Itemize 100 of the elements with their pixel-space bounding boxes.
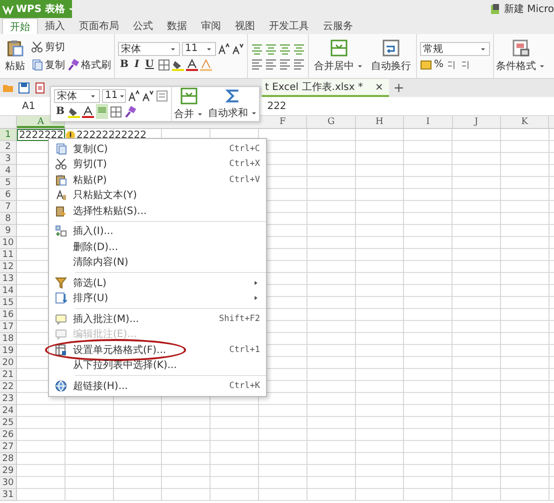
menu-item[interactable]: 剪切(T) Ctrl+X bbox=[49, 156, 266, 172]
italic-button[interactable]: I bbox=[132, 59, 142, 70]
row-header[interactable]: 12 bbox=[0, 261, 16, 273]
menu-item[interactable]: 从下拉列表中选择(K)... bbox=[49, 358, 266, 373]
fill-color-icon[interactable] bbox=[68, 106, 80, 118]
row-header[interactable]: 1 bbox=[0, 129, 16, 141]
brush-icon[interactable] bbox=[124, 106, 136, 118]
row-header[interactable]: 13 bbox=[0, 273, 16, 285]
row-header[interactable]: 14 bbox=[0, 285, 16, 297]
align-icon[interactable] bbox=[251, 42, 263, 54]
menu-item[interactable]: 选择性粘贴(S)... bbox=[49, 203, 266, 218]
row-header[interactable]: 22 bbox=[0, 381, 16, 393]
row-header[interactable]: 28 bbox=[0, 453, 16, 465]
row-header[interactable]: 30 bbox=[0, 477, 16, 489]
percent-button[interactable]: % bbox=[434, 59, 444, 70]
ribbon-tab[interactable]: 审阅 bbox=[194, 18, 228, 34]
column-header[interactable]: J bbox=[474, 116, 478, 128]
align-icon[interactable] bbox=[265, 58, 277, 70]
row-header[interactable]: 3 bbox=[0, 153, 16, 165]
row-header[interactable]: 16 bbox=[0, 309, 16, 321]
shrink-font-icon[interactable] bbox=[232, 42, 244, 54]
row-header[interactable]: 11 bbox=[0, 249, 16, 261]
column-header[interactable]: F bbox=[280, 116, 286, 128]
row-header[interactable]: 10 bbox=[0, 237, 16, 249]
menu-item[interactable]: 删除(D)... bbox=[49, 239, 266, 254]
row-header[interactable]: 27 bbox=[0, 441, 16, 453]
formula-value[interactable]: 222 bbox=[267, 100, 286, 112]
font-color-icon[interactable] bbox=[186, 58, 198, 70]
copy-button[interactable]: 复制 bbox=[31, 58, 65, 72]
row-header[interactable]: 9 bbox=[0, 225, 16, 237]
bold-button[interactable]: B bbox=[118, 59, 130, 70]
row-header[interactable]: 21 bbox=[0, 369, 16, 381]
close-tab-button[interactable]: × bbox=[374, 82, 384, 92]
ribbon-tab[interactable]: 插入 bbox=[38, 18, 72, 34]
border-icon[interactable] bbox=[110, 106, 122, 118]
app-menu-button[interactable]: WPS 表格 bbox=[0, 0, 72, 18]
ribbon-tab[interactable]: 云服务 bbox=[316, 18, 360, 34]
menu-item[interactable]: 清除内容(N) bbox=[49, 254, 266, 270]
menu-item[interactable]: 筛选(L) bbox=[49, 275, 266, 290]
align-icon[interactable] bbox=[279, 42, 291, 54]
cell-reference[interactable]: A1 bbox=[22, 100, 36, 112]
grow-font-icon[interactable] bbox=[128, 90, 140, 102]
ribbon-tab[interactable]: 数据 bbox=[160, 18, 194, 34]
menu-item[interactable]: 设置单元格格式(F)... Ctrl+1 bbox=[49, 342, 266, 358]
align-icon[interactable] bbox=[293, 58, 305, 70]
menu-item[interactable]: 排序(U) bbox=[49, 290, 266, 306]
font-size-select[interactable]: 11 bbox=[182, 42, 216, 56]
menu-item[interactable]: 粘贴(P) Ctrl+V bbox=[49, 172, 266, 188]
row-header[interactable]: 26 bbox=[0, 429, 16, 441]
fill-color-icon[interactable] bbox=[172, 58, 184, 70]
cut-button[interactable]: 剪切 bbox=[31, 40, 65, 54]
row-header[interactable]: 5 bbox=[0, 177, 16, 189]
format-painter-button[interactable]: 格式刷 bbox=[67, 58, 111, 72]
row-header[interactable]: 2 bbox=[0, 141, 16, 153]
font-select[interactable]: 宋体 bbox=[54, 88, 100, 103]
row-header[interactable]: 25 bbox=[0, 417, 16, 429]
row-header[interactable]: 7 bbox=[0, 201, 16, 213]
font-color-icon[interactable] bbox=[82, 106, 94, 118]
document-tab[interactable]: t Excel 工作表.xlsx * × bbox=[262, 79, 390, 97]
row-header[interactable]: 17 bbox=[0, 321, 16, 333]
conditional-format-button[interactable]: 条件格式 bbox=[494, 34, 548, 78]
ribbon-tab[interactable]: 页面布局 bbox=[72, 18, 126, 34]
shrink-font-icon[interactable] bbox=[142, 90, 154, 102]
menu-item[interactable]: 插入批注(M)... Shift+F2 bbox=[49, 311, 266, 326]
font-size-select[interactable]: 11 bbox=[102, 88, 126, 103]
grow-font-icon[interactable] bbox=[218, 42, 230, 54]
menu-item[interactable]: 复制(C) Ctrl+C bbox=[49, 141, 266, 156]
ribbon-tab[interactable]: 公式 bbox=[126, 18, 160, 34]
align-icon[interactable] bbox=[265, 42, 277, 54]
row-header[interactable]: 15 bbox=[0, 297, 16, 309]
pdf-icon[interactable] bbox=[34, 82, 46, 94]
row-header[interactable]: 6 bbox=[0, 189, 16, 201]
row-header[interactable]: 24 bbox=[0, 405, 16, 417]
merge-button[interactable]: 合并 bbox=[172, 87, 206, 121]
ribbon-tab[interactable]: 视图 bbox=[228, 18, 262, 34]
save-icon[interactable] bbox=[18, 82, 30, 94]
number-format-select[interactable]: 常规 bbox=[420, 42, 490, 56]
bold-button[interactable]: B bbox=[54, 106, 66, 118]
row-header[interactable]: 18 bbox=[0, 333, 16, 345]
row-header[interactable]: 29 bbox=[0, 465, 16, 477]
menu-item[interactable]: 只粘贴文本(Y) bbox=[49, 188, 266, 203]
column-header[interactable]: K bbox=[521, 116, 528, 128]
underline-button[interactable]: U bbox=[143, 59, 156, 70]
menu-item[interactable]: 超链接(H)... Ctrl+K bbox=[49, 378, 266, 394]
align-icon[interactable] bbox=[251, 58, 263, 70]
autosum-button[interactable]: 自动求和 bbox=[206, 87, 259, 121]
row-header[interactable]: 4 bbox=[0, 165, 16, 177]
row-header[interactable]: 20 bbox=[0, 357, 16, 369]
column-header[interactable]: G bbox=[327, 116, 335, 128]
font-select[interactable]: 宋体 bbox=[118, 42, 180, 56]
column-header[interactable]: H bbox=[376, 116, 384, 128]
ribbon-tab[interactable]: 开发工具 bbox=[262, 18, 316, 34]
row-header[interactable]: 8 bbox=[0, 213, 16, 225]
merge-center-button[interactable]: 合并居中 bbox=[312, 39, 366, 73]
align-icon[interactable] bbox=[293, 42, 305, 54]
new-tab-button[interactable]: + bbox=[393, 80, 404, 96]
border-icon[interactable] bbox=[158, 58, 170, 70]
wrap-text-button[interactable]: 自动换行 bbox=[369, 39, 413, 73]
column-header[interactable]: I bbox=[426, 116, 430, 128]
row-header[interactable]: 23 bbox=[0, 393, 16, 405]
